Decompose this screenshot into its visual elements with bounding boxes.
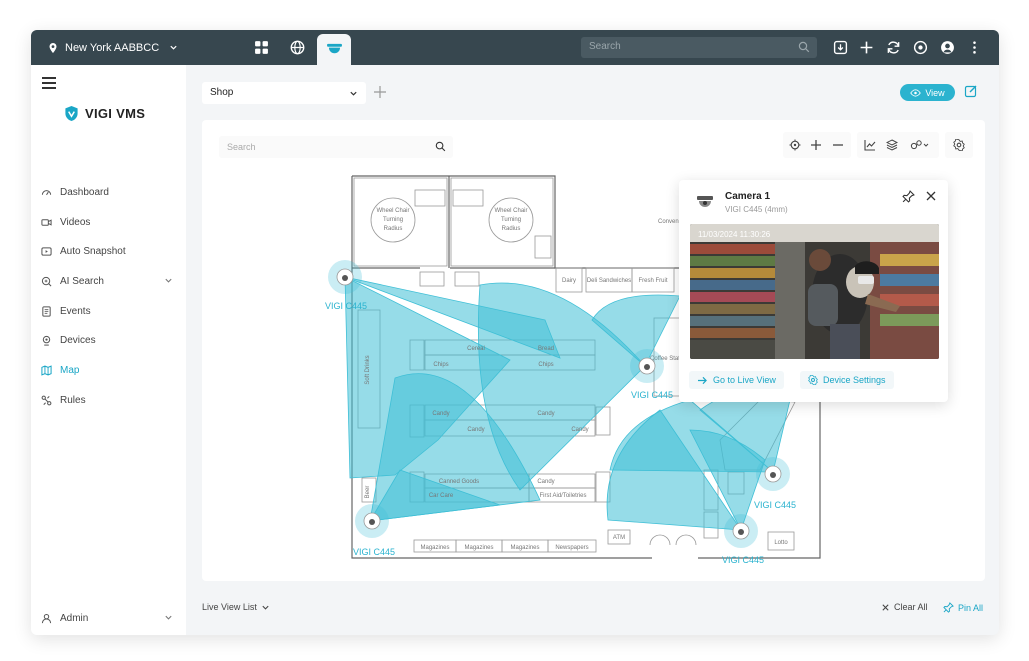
live-view-list-label: Live View List xyxy=(202,602,257,612)
global-search-placeholder: Search xyxy=(589,41,621,52)
chevron-down-icon xyxy=(350,91,357,96)
arrow-right-icon xyxy=(698,376,707,384)
search-icon xyxy=(435,141,446,152)
view-button[interactable]: View xyxy=(900,84,955,101)
gauge-icon xyxy=(41,189,52,195)
map-select[interactable]: Shop xyxy=(202,82,366,104)
sidebar-item-label: Auto Snapshot xyxy=(60,245,126,257)
globe-icon[interactable] xyxy=(288,38,306,56)
zoom-in-icon[interactable] xyxy=(808,137,824,153)
pin-all-button[interactable]: Pin All xyxy=(943,602,983,613)
settings-gear-icon[interactable] xyxy=(951,137,967,153)
brand-name: VIGI VMS xyxy=(85,106,146,121)
zoom-out-icon[interactable] xyxy=(830,137,846,153)
user-avatar-icon[interactable] xyxy=(938,38,956,56)
target-icon[interactable] xyxy=(911,38,929,56)
map-search-input[interactable]: Search xyxy=(219,136,453,158)
sidebar: VIGI VMS Dashboard Videos Auto Snapshot … xyxy=(31,65,186,635)
dome-camera-icon xyxy=(697,196,713,207)
dome-camera-icon xyxy=(326,43,342,54)
sidebar-item-rules[interactable]: Rules xyxy=(41,389,181,411)
pin-icon[interactable] xyxy=(902,190,915,203)
pin-icon xyxy=(943,602,954,613)
sidebar-item-label: Map xyxy=(60,364,80,376)
sidebar-item-devices[interactable]: Devices xyxy=(41,329,181,351)
menu-toggle-icon[interactable] xyxy=(42,77,56,89)
chart-icon[interactable] xyxy=(862,137,878,153)
edit-icon[interactable] xyxy=(964,84,978,98)
search-icon xyxy=(798,41,810,53)
sidebar-item-auto-snapshot[interactable]: Auto Snapshot xyxy=(41,240,181,262)
layers-icon[interactable] xyxy=(884,137,900,153)
camera-model: VIGI C445 (4mm) xyxy=(725,205,788,214)
download-icon[interactable] xyxy=(831,38,849,56)
close-icon[interactable] xyxy=(925,190,937,202)
video-camera-icon xyxy=(41,218,52,226)
sidebar-item-dashboard[interactable]: Dashboard xyxy=(41,181,181,203)
snapshot-icon xyxy=(41,246,52,256)
more-vertical-icon[interactable] xyxy=(965,38,983,56)
go-to-live-view-button[interactable]: Go to Live View xyxy=(689,371,784,389)
add-map-icon[interactable] xyxy=(372,84,388,100)
sidebar-item-label: Events xyxy=(60,305,91,317)
clear-all-label: Clear All xyxy=(894,602,928,612)
chevron-down-icon xyxy=(262,605,269,610)
camera-title: Camera 1 xyxy=(725,191,771,202)
close-icon xyxy=(882,603,889,611)
camera-popup: Camera 1 VIGI C445 (4mm) 11/03/2024 11:3… xyxy=(679,180,948,402)
sidebar-item-ai-search[interactable]: AI Search xyxy=(41,270,181,292)
store-aisle-image xyxy=(690,224,939,359)
sidebar-item-label: Rules xyxy=(60,394,86,406)
device-settings-button[interactable]: Device Settings xyxy=(800,371,894,389)
brand-logo: VIGI VMS xyxy=(64,105,145,122)
settings-gear-icon xyxy=(808,375,818,385)
pin-all-label: Pin All xyxy=(958,602,984,613)
map-search-placeholder: Search xyxy=(227,142,256,152)
location-label: New York AABBCC xyxy=(65,41,160,54)
chevron-down-icon xyxy=(170,45,177,50)
camera-live-preview[interactable]: 11/03/2024 11:30:26 xyxy=(690,224,939,359)
view-button-label: View xyxy=(925,87,945,98)
top-bar: New York AABBCC Search xyxy=(31,30,999,65)
device-camera-icon xyxy=(42,335,51,346)
map-icon xyxy=(41,364,52,376)
sidebar-item-label: Videos xyxy=(60,216,91,228)
sidebar-item-events[interactable]: Events xyxy=(41,300,181,322)
chevron-down-icon xyxy=(165,278,172,283)
chevron-down-icon xyxy=(165,615,172,620)
go-to-live-view-label: Go to Live View xyxy=(713,375,776,385)
sidebar-item-videos[interactable]: Videos xyxy=(41,211,181,233)
sidebar-item-label: Dashboard xyxy=(60,186,109,198)
sidebar-item-label: AI Search xyxy=(60,275,104,287)
shield-logo-icon xyxy=(65,106,78,121)
events-list-icon xyxy=(42,305,51,317)
eye-icon xyxy=(910,88,922,97)
rules-icon xyxy=(41,395,52,405)
grid-view-icon[interactable] xyxy=(252,38,270,56)
refresh-icon[interactable] xyxy=(884,38,902,56)
clear-all-button[interactable]: Clear All xyxy=(881,602,928,612)
sidebar-item-map[interactable]: Map xyxy=(41,359,181,381)
device-settings-label: Device Settings xyxy=(823,375,886,385)
camera-group-icon xyxy=(910,140,929,150)
preview-timestamp: 11/03/2024 11:30:26 xyxy=(698,230,771,239)
sidebar-item-label: Devices xyxy=(60,334,96,346)
live-view-list-toggle[interactable]: Live View List xyxy=(202,602,270,612)
location-pin-icon xyxy=(49,42,57,53)
ai-search-icon xyxy=(41,276,52,286)
locate-icon[interactable] xyxy=(787,137,803,153)
user-icon xyxy=(41,613,52,623)
user-name: Admin xyxy=(60,612,89,624)
device-filter-dropdown[interactable] xyxy=(907,137,933,153)
global-search-input[interactable]: Search xyxy=(581,37,817,58)
location-selector[interactable]: New York AABBCC xyxy=(47,30,178,65)
map-select-value: Shop xyxy=(210,87,234,98)
plus-icon[interactable] xyxy=(857,38,875,56)
tab-map-camera[interactable] xyxy=(317,34,351,65)
user-menu[interactable]: Admin xyxy=(41,607,181,629)
